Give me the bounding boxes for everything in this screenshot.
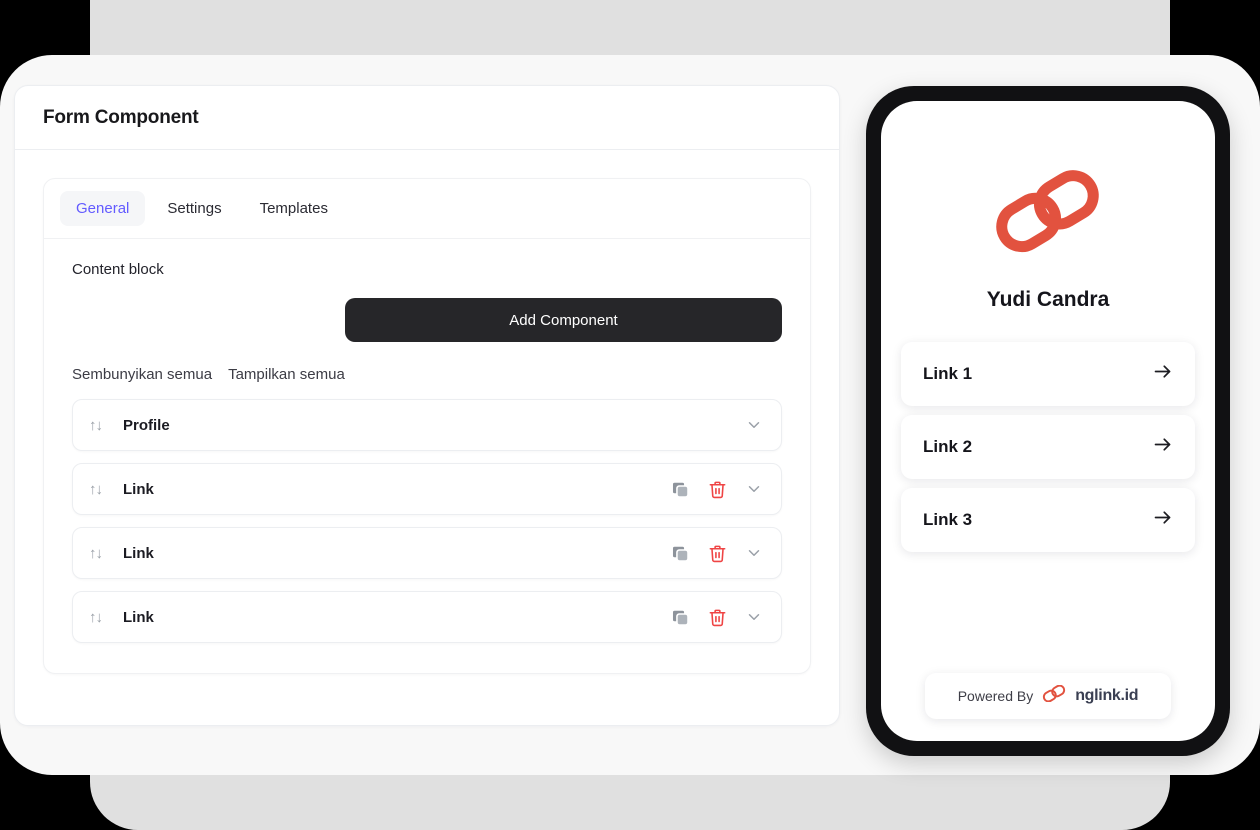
add-component-row: Add Component — [72, 298, 782, 342]
list-item-actions — [671, 608, 763, 627]
delete-icon[interactable] — [708, 608, 727, 627]
list-item[interactable]: ↑↓ Profile — [72, 399, 782, 451]
list-item-actions — [745, 416, 763, 434]
phone-screen: Yudi Candra Link 1 Link 2 Link 3 Powered… — [881, 101, 1215, 741]
preview-link-label: Link 2 — [923, 437, 973, 456]
chain-link-logo-icon — [990, 167, 1106, 262]
drag-handle-icon[interactable]: ↑↓ — [89, 545, 111, 562]
chevron-down-icon[interactable] — [745, 480, 763, 498]
tab-general[interactable]: General — [60, 191, 146, 226]
arrow-right-icon — [1152, 507, 1173, 533]
powered-by-label: Powered By — [957, 688, 1034, 704]
copy-icon[interactable] — [671, 480, 690, 499]
preview-link-item[interactable]: Link 3 — [901, 488, 1195, 552]
chevron-down-icon[interactable] — [745, 416, 763, 434]
list-item-label: Link — [123, 480, 154, 498]
tab-bar: General Settings Templates — [44, 179, 810, 239]
drag-handle-icon[interactable]: ↑↓ — [89, 609, 111, 626]
tab-templates[interactable]: Templates — [244, 191, 344, 226]
list-item-label: Link — [123, 608, 154, 626]
screenshot-stage: Form Component General Settings Template… — [0, 0, 1260, 830]
form-component-card: Form Component General Settings Template… — [14, 85, 840, 726]
add-component-button[interactable]: Add Component — [345, 298, 782, 342]
card-header: Form Component — [15, 86, 839, 150]
copy-icon[interactable] — [671, 544, 690, 563]
list-item-label: Profile — [123, 416, 170, 434]
tab-settings[interactable]: Settings — [151, 191, 237, 226]
visibility-toggle-row: Sembunyikan semua Tampilkan semua — [72, 366, 782, 383]
phone-preview-frame: Yudi Candra Link 1 Link 2 Link 3 Powered… — [866, 86, 1230, 756]
drag-handle-icon[interactable]: ↑↓ — [89, 417, 111, 434]
content-block-label: Content block — [72, 261, 164, 278]
nglink-logo-icon — [1041, 684, 1067, 707]
preview-link-item[interactable]: Link 2 — [901, 415, 1195, 479]
chevron-down-icon[interactable] — [745, 544, 763, 562]
profile-name: Yudi Candra — [986, 288, 1110, 311]
preview-link-label: Link 3 — [923, 510, 973, 529]
settings-panel: General Settings Templates Content block… — [43, 178, 811, 674]
delete-icon[interactable] — [708, 544, 727, 563]
arrow-right-icon — [1152, 361, 1173, 387]
list-item-label: Link — [123, 544, 154, 562]
general-tab-panel: Content block Add Component Sembunyikan … — [44, 239, 810, 673]
preview-link-label: Link 1 — [923, 364, 973, 383]
powered-by-badge[interactable]: Powered By nglink.id — [925, 673, 1171, 719]
preview-link-item[interactable]: Link 1 — [901, 342, 1195, 406]
chevron-down-icon[interactable] — [745, 608, 763, 626]
list-item[interactable]: ↑↓ Link — [72, 527, 782, 579]
delete-icon[interactable] — [708, 480, 727, 499]
list-item-actions — [671, 544, 763, 563]
preview-link-list: Link 1 Link 2 Link 3 — [901, 342, 1195, 552]
copy-icon[interactable] — [671, 608, 690, 627]
list-item[interactable]: ↑↓ Link — [72, 591, 782, 643]
list-item[interactable]: ↑↓ Link — [72, 463, 782, 515]
hide-all-link[interactable]: Sembunyikan semua — [72, 366, 212, 383]
nglink-brand-name: nglink.id — [1075, 687, 1139, 704]
show-all-link[interactable]: Tampilkan semua — [228, 366, 345, 383]
page-title: Form Component — [43, 106, 199, 128]
arrow-right-icon — [1152, 434, 1173, 460]
card-body: General Settings Templates Content block… — [15, 150, 839, 702]
list-item-actions — [671, 480, 763, 499]
component-list: ↑↓ Profile ↑↓ Link ↑↓ Link ↑↓ Link — [72, 399, 782, 643]
drag-handle-icon[interactable]: ↑↓ — [89, 481, 111, 498]
